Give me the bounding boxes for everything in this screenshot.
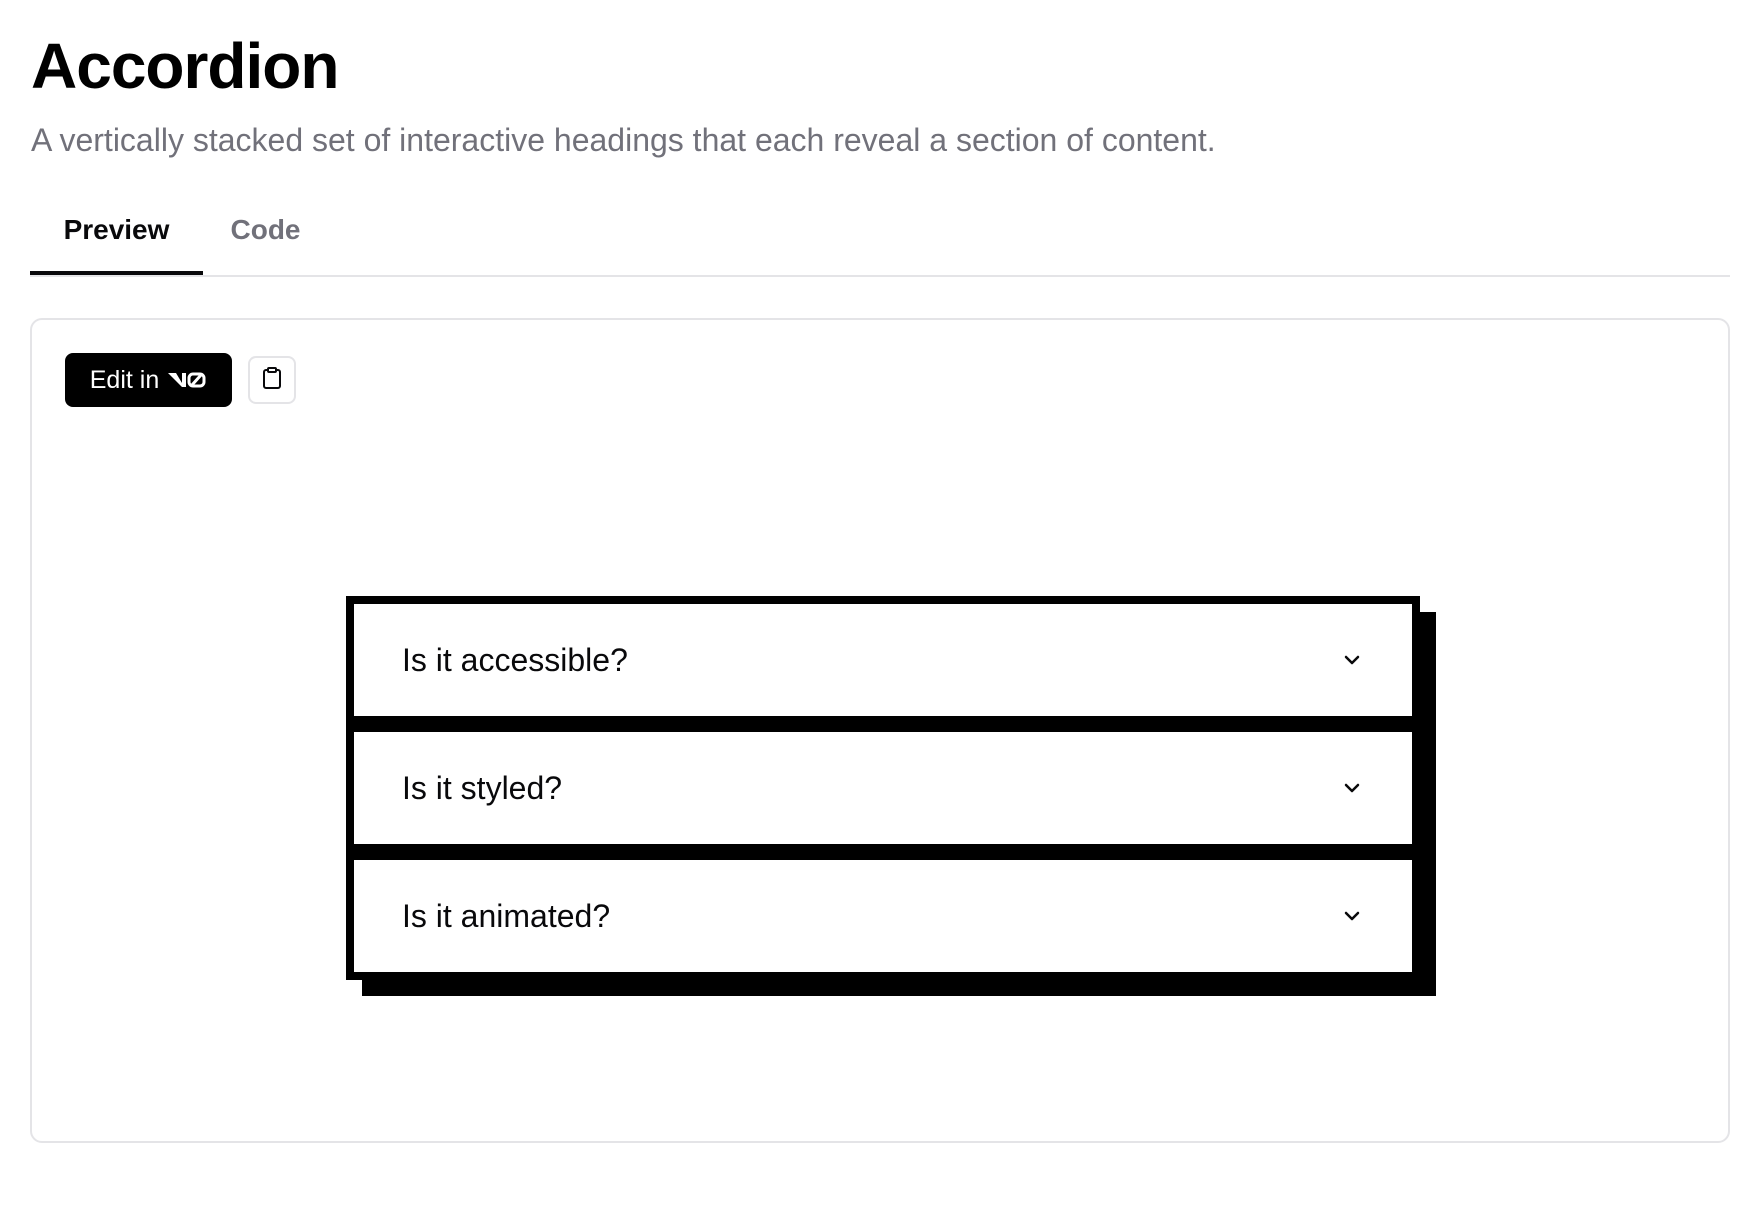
page-title: Accordion (31, 30, 339, 102)
preview-panel: Edit in Is it accessible? Is it styled? … (30, 318, 1730, 1143)
accordion-item-label: Is it styled? (402, 769, 563, 806)
chevron-down-icon (1340, 648, 1364, 672)
accordion-item-label: Is it animated? (402, 897, 611, 934)
edit-button-label: Edit in (89, 365, 160, 394)
accordion-item-styled[interactable]: Is it styled? (354, 732, 1412, 844)
accordion-item-label: Is it accessible? (402, 641, 628, 678)
accordion-item-animated[interactable]: Is it animated? (354, 860, 1412, 972)
accordion-item-accessible[interactable]: Is it accessible? (354, 604, 1412, 716)
v0-logo-icon (167, 370, 207, 390)
tab-code[interactable]: Code (203, 204, 328, 275)
chevron-down-icon (1340, 776, 1364, 800)
clipboard-icon (260, 366, 284, 395)
chevron-down-icon (1340, 904, 1364, 928)
accordion-demo: Is it accessible? Is it styled? Is it an… (346, 596, 1436, 996)
tab-preview[interactable]: Preview (30, 204, 203, 275)
copy-button[interactable] (248, 356, 296, 404)
docs-page: Accordion A vertically stacked set of in… (0, 0, 1764, 1216)
edit-in-v0-button[interactable]: Edit in (65, 353, 232, 407)
accordion: Is it accessible? Is it styled? Is it an… (346, 596, 1420, 980)
tab-bar: Preview Code (30, 204, 1730, 277)
page-description: A vertically stacked set of interactive … (31, 122, 1216, 158)
